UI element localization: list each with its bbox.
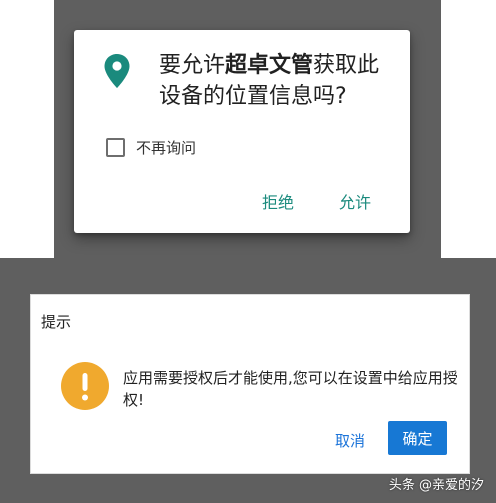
dont-ask-label: 不再询问 xyxy=(136,138,197,157)
tip-message: 应用需要授权后才能使用,您可以在设置中给应用授权! xyxy=(123,369,458,409)
authorization-tip-dialog: 提示 应用需要授权后才能使用,您可以在设置中给应用授权! 取消 确定 xyxy=(30,294,470,474)
warning-icon xyxy=(61,362,109,410)
app-name: 超卓文管 xyxy=(225,53,314,78)
allow-button[interactable]: 允许 xyxy=(333,185,377,217)
dialog-title: 提示 xyxy=(41,313,72,331)
watermark: 头条 @亲爱的汐 xyxy=(388,478,484,493)
dont-ask-again-row[interactable]: 不再询问 xyxy=(106,136,196,158)
location-permission-dialog: 要允许超卓文管获取此设备的位置信息吗? 不再询问 拒绝 允许 xyxy=(74,30,410,233)
cancel-button[interactable]: 取消 xyxy=(329,423,371,457)
confirm-button[interactable]: 确定 xyxy=(388,421,447,455)
location-pin-icon xyxy=(104,54,130,88)
dont-ask-checkbox[interactable] xyxy=(106,137,125,157)
deny-button[interactable]: 拒绝 xyxy=(256,185,300,217)
permission-message: 要允许超卓文管获取此设备的位置信息吗? xyxy=(159,50,399,112)
message-prefix: 要允许 xyxy=(159,53,226,78)
